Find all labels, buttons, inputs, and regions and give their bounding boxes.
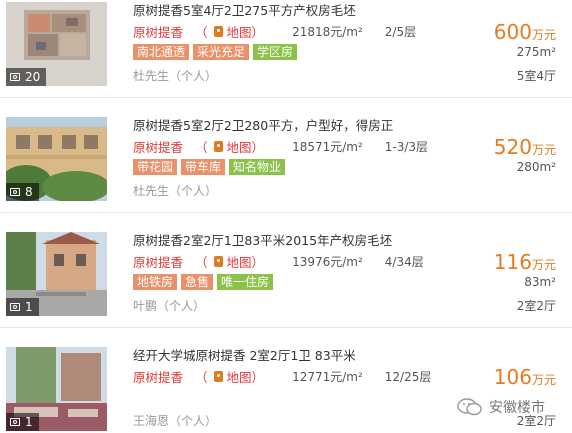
watermark: 安徽楼市 bbox=[457, 397, 545, 417]
tag: 地铁房 bbox=[133, 274, 178, 290]
camera-icon bbox=[10, 73, 20, 81]
agent-name: 杜先生（个人） bbox=[133, 69, 218, 83]
wechat-icon bbox=[457, 397, 483, 417]
community-link[interactable]: 原树提香 bbox=[133, 22, 183, 41]
tag: 带花园 bbox=[133, 159, 178, 175]
tag-list: 带花园 带车库 知名物业 bbox=[133, 159, 286, 175]
listing-item[interactable]: 1 经开大学城原树提香 2室2厅1卫 83平米 原树提香 （地图） 12771元… bbox=[0, 345, 572, 433]
listing-photo[interactable]: 1 bbox=[6, 232, 107, 316]
tag: 带车库 bbox=[181, 159, 226, 175]
tag: 唯一住房 bbox=[217, 274, 274, 290]
area: 83m² bbox=[524, 275, 556, 289]
unit-price: 18571元/m² bbox=[292, 140, 363, 154]
listing-title[interactable]: 原树提香5室2厅2卫280平方，户型好，得房正 bbox=[133, 115, 393, 134]
tag-list: 南北通透 采光充足 学区房 bbox=[133, 44, 298, 60]
area: 280m² bbox=[516, 160, 556, 174]
camera-icon bbox=[10, 188, 20, 196]
floor-info: 1-3/3层 bbox=[384, 140, 429, 154]
divider bbox=[0, 327, 572, 328]
area: 275m² bbox=[516, 45, 556, 59]
tag: 南北通透 bbox=[133, 44, 190, 60]
listing-title[interactable]: 原树提香2室2厅1卫83平米2015年产权房毛坯 bbox=[133, 230, 392, 249]
camera-icon bbox=[10, 418, 20, 426]
unit-price: 13976元/m² bbox=[292, 255, 363, 269]
photo-count-badge: 1 bbox=[6, 298, 39, 316]
tag: 学区房 bbox=[253, 44, 298, 60]
photo-count-badge: 8 bbox=[6, 183, 39, 201]
floor-info: 4/34层 bbox=[384, 255, 424, 269]
room-layout: 5室4厅 bbox=[516, 69, 556, 83]
divider bbox=[0, 97, 572, 98]
listing-title[interactable]: 经开大学城原树提香 2室2厅1卫 83平米 bbox=[133, 345, 356, 364]
total-price: 520万元 bbox=[493, 135, 556, 159]
total-price: 600万元 bbox=[493, 20, 556, 44]
unit-price: 12771元/m² bbox=[292, 370, 363, 384]
divider bbox=[0, 212, 572, 213]
community-link[interactable]: 原树提香 bbox=[133, 367, 183, 386]
agent-name: 王海恩（个人） bbox=[133, 414, 218, 428]
map-pin-icon bbox=[213, 256, 223, 267]
tag: 知名物业 bbox=[229, 159, 286, 175]
map-pin-icon bbox=[213, 26, 223, 37]
tag-list: 地铁房 急售 唯一住房 bbox=[133, 274, 274, 290]
photo-count-badge: 20 bbox=[6, 68, 47, 86]
listing-title[interactable]: 原树提香5室4厅2卫275平方产权房毛坯 bbox=[133, 0, 356, 19]
tag: 采光充足 bbox=[193, 44, 250, 60]
agent-name: 叶鹏（个人） bbox=[133, 299, 206, 313]
floor-info: 2/5层 bbox=[384, 25, 417, 39]
listing-item[interactable]: 20 原树提香5室4厅2卫275平方产权房毛坯 原树提香 （地图） 21818元… bbox=[0, 0, 572, 108]
listing-photo[interactable]: 1 bbox=[6, 347, 107, 431]
agent-name: 杜先生（个人） bbox=[133, 184, 218, 198]
map-pin-icon bbox=[213, 141, 223, 152]
unit-price: 21818元/m² bbox=[292, 25, 363, 39]
photo-count-badge: 1 bbox=[6, 413, 39, 431]
total-price: 116万元 bbox=[493, 250, 556, 274]
map-pin-icon bbox=[213, 371, 223, 382]
community-link[interactable]: 原树提香 bbox=[133, 137, 183, 156]
listing-item[interactable]: 1 原树提香2室2厅1卫83平米2015年产权房毛坯 原树提香 （地图） 139… bbox=[0, 230, 572, 338]
tag: 急售 bbox=[181, 274, 214, 290]
camera-icon bbox=[10, 303, 20, 311]
listing-item[interactable]: 8 原树提香5室2厅2卫280平方，户型好，得房正 原树提香 （地图） 1857… bbox=[0, 115, 572, 223]
community-link[interactable]: 原树提香 bbox=[133, 252, 183, 271]
map-link[interactable]: （地图） bbox=[195, 22, 264, 41]
map-link[interactable]: （地图） bbox=[195, 137, 264, 156]
listing-photo[interactable]: 8 bbox=[6, 117, 107, 201]
listing-photo[interactable]: 20 bbox=[6, 2, 107, 86]
watermark-text: 安徽楼市 bbox=[489, 400, 545, 416]
total-price: 106万元 bbox=[493, 365, 556, 389]
room-layout: 2室2厅 bbox=[516, 299, 556, 313]
map-link[interactable]: （地图） bbox=[195, 367, 264, 386]
floor-info: 12/25层 bbox=[384, 370, 432, 384]
map-link[interactable]: （地图） bbox=[195, 252, 264, 271]
